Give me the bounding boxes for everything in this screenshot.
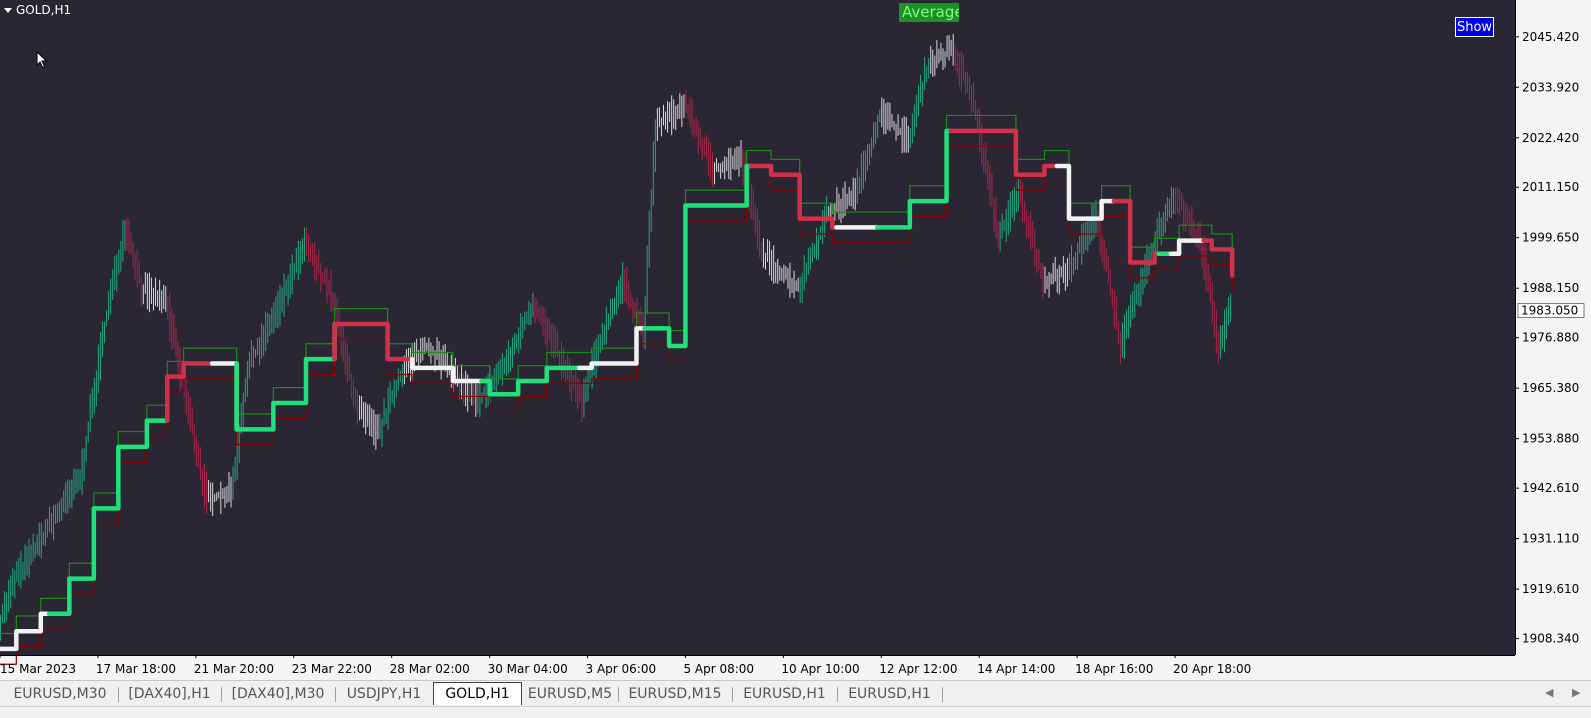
price-tick-label: 1953.880 — [1522, 432, 1579, 446]
tab-dax40-h1[interactable]: [DAX40],H1 — [118, 683, 221, 705]
price-axis[interactable]: 2045.420 2033.920 2022.420 2011.150 1999.650… — [1515, 30, 1585, 646]
chart-symbol-label[interactable]: GOLD,H1 — [4, 3, 71, 17]
time-tick-label: 21 Mar 20:00 — [194, 662, 274, 676]
chart-symbol-text: GOLD,H1 — [16, 3, 72, 17]
price-tick-label: 1976.880 — [1522, 331, 1579, 345]
price-tick-label: 2045.420 — [1522, 30, 1579, 44]
tab-eurusd-m15[interactable]: EURUSD,M15 — [618, 683, 732, 705]
tab-eurusd-h1[interactable]: EURUSD,H1 — [732, 683, 837, 705]
time-tick-label: 3 Apr 06:00 — [586, 662, 657, 676]
price-chart[interactable]: 2045.420 2033.920 2022.420 2011.150 1999.650… — [0, 0, 1591, 680]
price-tick-label: 2033.920 — [1522, 80, 1579, 94]
time-tick-label: 20 Apr 18:00 — [1173, 662, 1251, 676]
mouse-pointer-icon — [36, 51, 48, 69]
plot-background — [0, 0, 1515, 655]
time-tick-label: 17 Mar 18:00 — [96, 662, 176, 676]
chart-tab-bar: EURUSD,M30 [DAX40],H1 [DAX40],M30 USDJPY,H1… — [0, 680, 1591, 706]
price-tick-label: 2011.150 — [1522, 180, 1579, 194]
time-tick-label: 5 Apr 08:00 — [683, 662, 754, 676]
tab-eurusd-h1[interactable]: EURUSD,H1 — [837, 683, 942, 705]
caret-right-icon[interactable]: ▶ — [1572, 686, 1580, 699]
tab-separator — [942, 687, 943, 702]
tab-dax40-m30[interactable]: [DAX40],M30 — [221, 683, 335, 705]
chart-window[interactable]: 2045.420 2033.920 2022.420 2011.150 1999.650… — [0, 0, 1591, 680]
time-tick-label: 14 Apr 14:00 — [977, 662, 1055, 676]
price-tick-label: 1931.110 — [1522, 532, 1579, 546]
time-tick-label: 12 Apr 12:00 — [879, 662, 957, 676]
show-button[interactable]: Show — [1455, 17, 1494, 37]
price-tick-label: 1965.380 — [1522, 381, 1579, 395]
price-tick-label: 1942.610 — [1522, 481, 1579, 495]
time-tick-label: 28 Mar 02:00 — [390, 662, 470, 676]
average-indicator-label[interactable]: Average — [899, 3, 959, 22]
chart-menu-triangle-icon[interactable] — [4, 7, 12, 13]
tab-gold-h1[interactable]: GOLD,H1 — [433, 682, 522, 705]
tab-eurusd-m30[interactable]: EURUSD,M30 — [2, 683, 118, 705]
time-tick-label: 30 Mar 04:00 — [488, 662, 568, 676]
tab-usdjpy-h1[interactable]: USDJPY,H1 — [335, 683, 433, 705]
price-tick-label: 2022.420 — [1522, 131, 1579, 145]
time-axis[interactable]: 15 Mar 2023 17 Mar 18:00 21 Mar 20:00 23 Ma… — [0, 655, 1251, 676]
time-tick-label: 15 Mar 2023 — [0, 662, 76, 676]
price-tick-label: 1999.650 — [1522, 231, 1579, 245]
price-tick-label: 1919.610 — [1522, 582, 1579, 596]
price-tick-label: 1908.340 — [1522, 632, 1579, 646]
tab-eurusd-m5[interactable]: EURUSD,M5 — [522, 683, 618, 705]
caret-left-icon[interactable]: ◀ — [1545, 686, 1553, 699]
time-tick-label: 18 Apr 16:00 — [1075, 662, 1153, 676]
time-tick-label: 23 Mar 22:00 — [292, 662, 372, 676]
price-tick-label: 1988.150 — [1522, 281, 1579, 295]
status-bar — [0, 706, 1591, 718]
time-tick-label: 10 Apr 10:00 — [781, 662, 859, 676]
current-price-label: 1983.050 — [1521, 304, 1578, 318]
